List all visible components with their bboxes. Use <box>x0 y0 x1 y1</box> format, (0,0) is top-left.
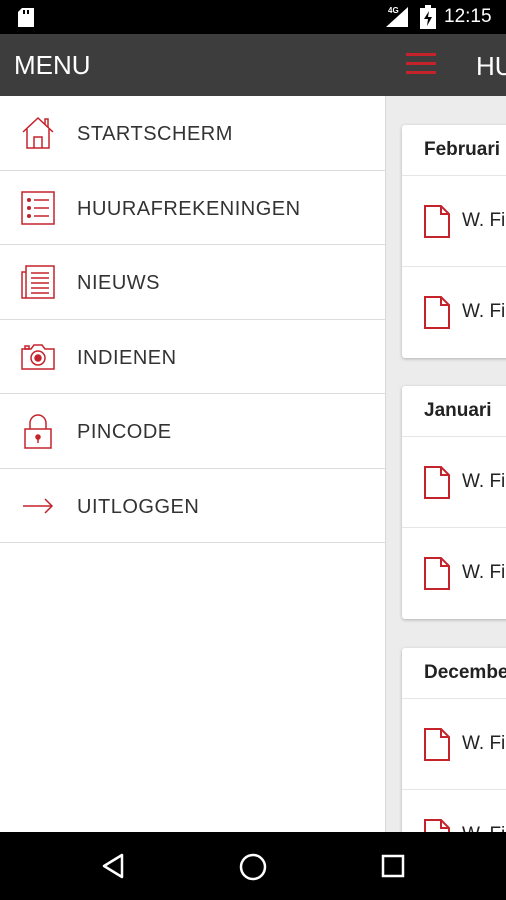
newspaper-icon <box>21 265 55 299</box>
menu-item-label: UITLOGGEN <box>77 495 200 518</box>
back-icon[interactable] <box>100 852 126 880</box>
menu-item-label: NIEUWS <box>77 272 160 294</box>
arrow-right-icon <box>23 497 54 514</box>
menu-item-pincode[interactable]: PINCODE <box>0 394 386 469</box>
home-icon <box>22 116 54 149</box>
invoice-row[interactable]: W. Fi <box>402 176 506 267</box>
navigation-drawer: MENU STARTSCHERM HUURAFREKENINGEN NIEUWS… <box>0 34 386 832</box>
recent-apps-icon[interactable] <box>380 853 406 879</box>
menu-item-label: PINCODE <box>77 421 172 443</box>
clock: 12:15 <box>444 6 492 27</box>
document-icon <box>424 819 450 832</box>
menu-list: STARTSCHERM HUURAFREKENINGEN NIEUWS INDI… <box>0 96 386 543</box>
invoice-row-label: W. Fi <box>462 824 505 832</box>
list-icon <box>21 190 55 225</box>
month-header: Februari <box>402 125 506 176</box>
month-header: December <box>402 648 506 699</box>
status-bar: 4G 12:15 <box>0 0 506 34</box>
battery-charging-icon <box>420 5 436 29</box>
invoice-row[interactable]: W. Fi <box>402 790 506 832</box>
invoice-row[interactable]: W. Fi <box>402 528 506 619</box>
invoice-row-label: W. Fi <box>462 733 506 754</box>
menu-item-label: INDIENEN <box>77 346 177 369</box>
month-card: Januari W. Fi W. Fi <box>402 386 506 619</box>
menu-item-uitloggen[interactable]: UITLOGGEN <box>0 469 386 543</box>
menu-item-huurafrekeningen[interactable]: HUURAFREKENINGEN <box>0 171 386 245</box>
document-icon <box>424 557 450 590</box>
camera-icon <box>21 343 55 370</box>
document-icon <box>424 728 450 761</box>
app-area: HU Februari W. Fi W. Fi Januari W. Fi W.… <box>0 34 506 832</box>
drawer-header: MENU <box>0 34 386 96</box>
document-icon <box>424 296 450 329</box>
home-button-icon[interactable] <box>238 852 268 882</box>
document-icon <box>424 466 450 499</box>
invoice-row[interactable]: W. Fi <box>402 699 506 790</box>
lock-icon <box>24 414 52 449</box>
system-navigation-bar <box>0 832 506 900</box>
invoice-row[interactable]: W. Fi <box>402 267 506 358</box>
content-title: HU <box>476 51 506 81</box>
invoice-row-label: W. Fi <box>462 301 506 322</box>
invoice-row[interactable]: W. Fi <box>402 437 506 528</box>
month-header: Januari <box>402 386 506 437</box>
sd-card-icon <box>18 8 34 27</box>
menu-item-startscherm[interactable]: STARTSCHERM <box>0 96 386 171</box>
invoice-row-label: W. Fi <box>462 210 506 231</box>
document-icon <box>424 205 450 238</box>
hamburger-menu-icon[interactable] <box>406 53 436 77</box>
invoice-row-label: W. Fi <box>462 471 506 492</box>
menu-item-label: STARTSCHERM <box>77 123 233 145</box>
menu-item-nieuws[interactable]: NIEUWS <box>0 245 386 320</box>
invoice-row-label: W. Fi <box>462 562 506 583</box>
menu-item-label: HUURAFREKENINGEN <box>77 197 301 220</box>
month-card: December W. Fi W. Fi <box>402 648 506 832</box>
signal-icon <box>386 7 408 27</box>
month-card: Februari W. Fi W. Fi <box>402 125 506 358</box>
drawer-title: MENU <box>14 50 91 80</box>
menu-item-indienen[interactable]: INDIENEN <box>0 320 386 394</box>
